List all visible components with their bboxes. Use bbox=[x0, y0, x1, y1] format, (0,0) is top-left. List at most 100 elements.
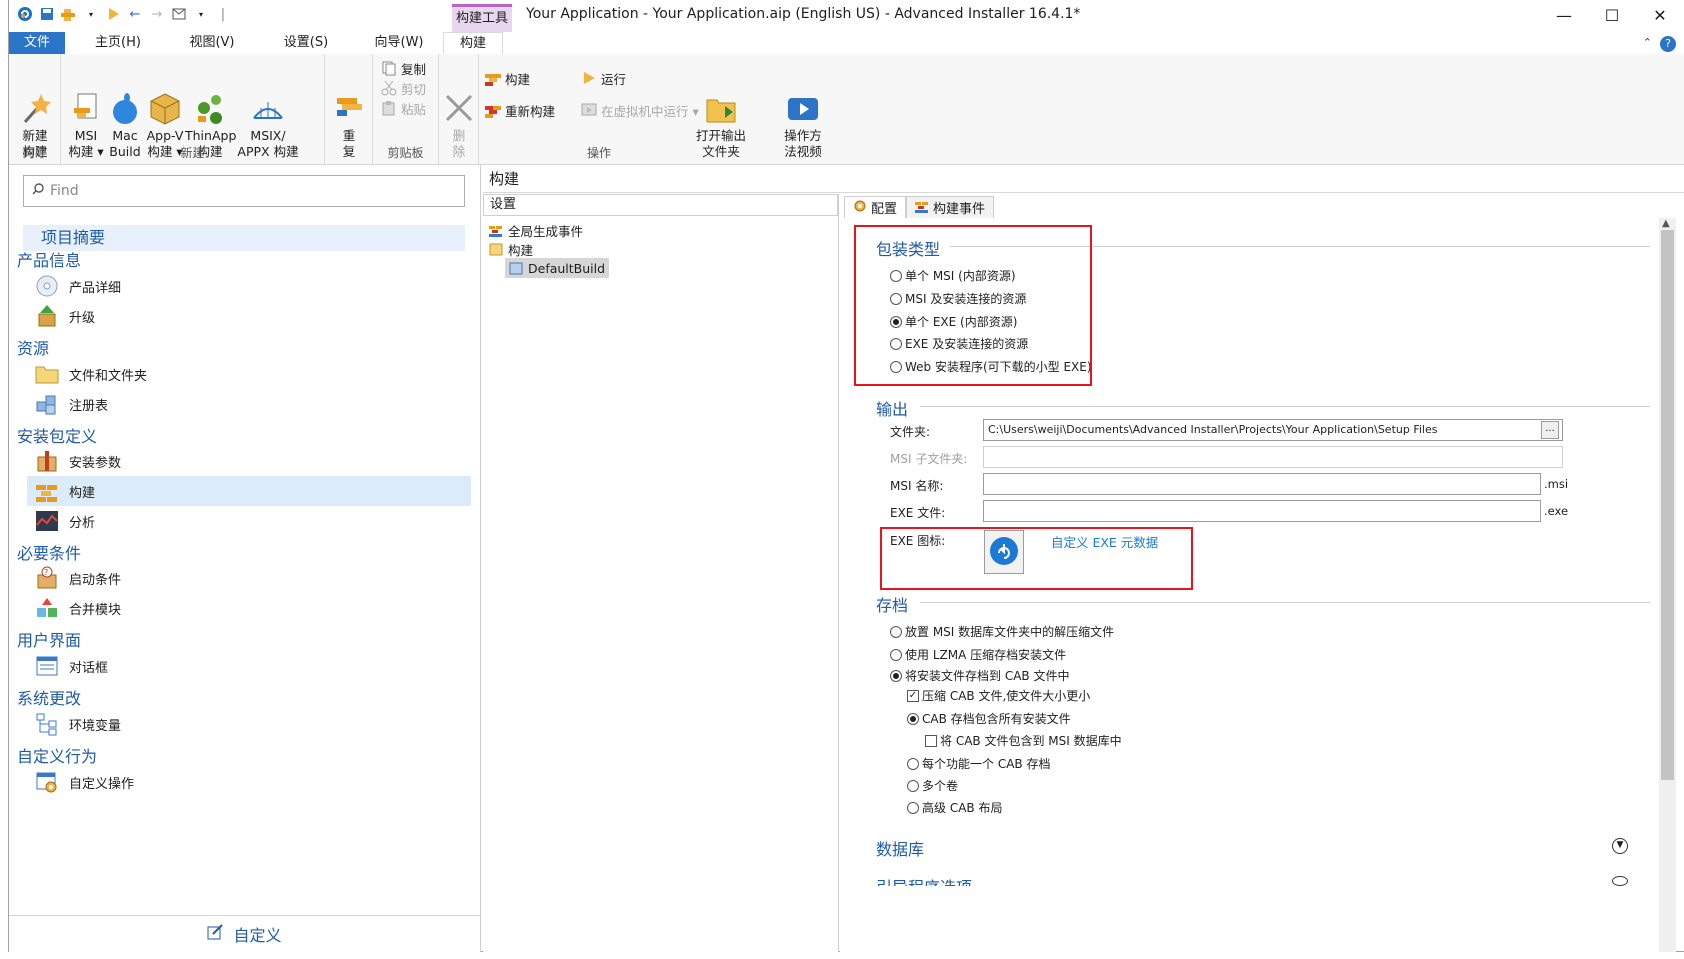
radio-single-cab[interactable]: CAB 存档包含所有安装文件 bbox=[907, 710, 1071, 727]
expand-chevron-icon[interactable] bbox=[1612, 876, 1628, 886]
nav-item-label: 对话框 bbox=[69, 660, 109, 676]
exe-file-input[interactable] bbox=[983, 500, 1541, 522]
ribbon-group-delete: 删 除 bbox=[439, 54, 479, 164]
customize-qat-icon[interactable]: ▾ bbox=[193, 6, 209, 22]
nav-item-label: 分析 bbox=[69, 515, 96, 531]
checkbox-box bbox=[925, 734, 937, 747]
tab-view[interactable]: 视图(V) bbox=[165, 32, 259, 54]
quick-access-toolbar: ▾ ← → ▾ | bbox=[17, 6, 231, 22]
radio-multiple-volumes[interactable]: 多个卷 bbox=[907, 777, 958, 794]
ribbon-group-clipboard: 复制 剪切 粘贴 剪贴板 bbox=[373, 54, 439, 164]
msi-package-icon bbox=[70, 76, 102, 119]
context-tab-title: 构建工具 bbox=[452, 4, 512, 32]
tab-wizard[interactable]: 向导(W) bbox=[353, 32, 445, 54]
nav-item-analytics[interactable]: 分析 bbox=[27, 506, 471, 536]
build-quick-icon[interactable] bbox=[61, 6, 77, 22]
section-prerequisites: 必要条件 bbox=[17, 544, 82, 563]
radio-advanced-cab-layout[interactable]: 高级 CAB 布局 bbox=[907, 799, 1002, 816]
tree-node-global-events[interactable]: 全局生成事件 bbox=[489, 220, 583, 240]
cut-button[interactable]: 剪切 bbox=[381, 78, 426, 98]
build-config-icon bbox=[509, 261, 523, 275]
radio-cab-archive[interactable]: 将安装文件存档到 CAB 文件中 bbox=[890, 667, 1069, 684]
expand-chevron-icon[interactable]: ▼ bbox=[1612, 838, 1628, 854]
checkbox-compress-cab[interactable]: ✓ 压缩 CAB 文件,使文件大小更小 bbox=[907, 687, 1090, 704]
tree-column-header[interactable]: 设置 bbox=[483, 194, 838, 216]
run-button[interactable]: 运行 bbox=[581, 68, 626, 88]
nav-item-files-folders[interactable]: 文件和文件夹 bbox=[27, 359, 471, 389]
nav-item-install-parameters[interactable]: 安装参数 bbox=[27, 446, 471, 476]
bootstrapper-title[interactable]: 引导程序选项 bbox=[876, 874, 972, 886]
tab-build-events-label: 构建事件 bbox=[933, 202, 986, 217]
builds-bricks-icon bbox=[35, 479, 59, 503]
divider bbox=[920, 602, 1650, 603]
run-icon[interactable] bbox=[105, 6, 121, 22]
tab-configuration[interactable]: 配置 bbox=[844, 196, 907, 218]
dropdown-arrow-icon[interactable]: ▾ bbox=[83, 6, 99, 22]
run-in-vm-button[interactable]: 在虚拟机中运行 ▾ bbox=[581, 100, 699, 120]
tab-settings[interactable]: 设置(S) bbox=[259, 32, 353, 54]
save-icon[interactable] bbox=[39, 6, 55, 22]
delete-button[interactable]: 删 除 bbox=[441, 60, 477, 160]
nav-item-label: 构建 bbox=[69, 485, 96, 501]
help-icon[interactable]: ? bbox=[1660, 36, 1676, 52]
checkbox-label: 将 CAB 文件包含到 MSI 数据库中 bbox=[940, 734, 1122, 748]
project-summary-link[interactable]: 项目摘要 bbox=[23, 225, 465, 251]
checkbox-include-cab-in-msi[interactable]: 将 CAB 文件包含到 MSI 数据库中 bbox=[925, 732, 1122, 749]
maximize-button[interactable]: ☐ bbox=[1588, 0, 1636, 30]
tab-build-events[interactable]: 构建事件 bbox=[906, 196, 995, 218]
nav-item-environment-variables[interactable]: 环境变量 bbox=[27, 709, 471, 739]
scrollbar-thumb[interactable] bbox=[1661, 230, 1674, 780]
divider bbox=[920, 406, 1650, 407]
nav-item-launch-conditions[interactable]: ? 启动条件 bbox=[27, 563, 471, 593]
tab-file[interactable]: 文件 bbox=[9, 32, 65, 54]
nav-item-dialogs[interactable]: 对话框 bbox=[27, 651, 471, 681]
ribbon-tabs: 文件 主页(H) 视图(V) 设置(S) 向导(W) 构建 bbox=[9, 32, 1684, 55]
nav-item-product-details[interactable]: 产品详细 bbox=[27, 271, 471, 301]
forward-arrow-icon[interactable]: → bbox=[149, 6, 165, 22]
ribbon-group-video: 操作方 法视频 bbox=[779, 54, 827, 164]
cd-icon bbox=[35, 274, 59, 298]
minimize-button[interactable]: — bbox=[1540, 0, 1588, 30]
nav-item-custom-actions[interactable]: 自定义操作 bbox=[27, 767, 471, 797]
tab-build[interactable]: 构建 bbox=[443, 32, 503, 55]
scroll-up-arrow-icon[interactable]: ▲ bbox=[1662, 218, 1670, 229]
radio-lzma-archive[interactable]: 使用 LZMA 压缩存档安装文件 bbox=[890, 646, 1066, 663]
search-input[interactable]: Find bbox=[23, 175, 465, 207]
build-button[interactable]: 构建 bbox=[485, 68, 530, 88]
how-to-video-button[interactable]: 操作方 法视频 bbox=[781, 60, 825, 160]
section-user-interface: 用户界面 bbox=[17, 631, 82, 650]
tree-node-builds[interactable]: 构建 bbox=[489, 239, 533, 259]
nav-item-builds[interactable]: 构建 bbox=[27, 476, 471, 506]
configuration-pane: 配置 构建事件 ▲ 包装类型 单个 MSI (内部资源) MSI 及安装连接的资… bbox=[840, 194, 1676, 952]
rebuild-button[interactable]: 重新构建 bbox=[485, 100, 555, 120]
output-folder-input[interactable]: C:\Users\weiji\Documents\Advanced Instal… bbox=[983, 419, 1563, 441]
browse-folder-button[interactable]: ... bbox=[1541, 421, 1559, 439]
back-arrow-icon[interactable]: ← bbox=[127, 6, 143, 22]
radio-cab-per-feature[interactable]: 每个功能一个 CAB 存档 bbox=[907, 755, 1050, 772]
msi-extension-label: .msi bbox=[1544, 477, 1569, 491]
collapse-ribbon-icon[interactable]: ⌃ bbox=[1643, 36, 1652, 49]
tree-node-default-build[interactable]: DefaultBuild bbox=[505, 258, 610, 278]
nav-item-merge-modules[interactable]: 合并模块 bbox=[27, 593, 471, 623]
nav-item-label: 合并模块 bbox=[69, 602, 122, 618]
mail-icon[interactable] bbox=[171, 6, 187, 22]
app-logo-icon[interactable] bbox=[17, 6, 33, 22]
checkbox-box: ✓ bbox=[907, 689, 919, 702]
copy-button[interactable]: 复制 bbox=[381, 58, 426, 78]
msi-subfolder-input[interactable] bbox=[983, 446, 1563, 468]
cut-label: 剪切 bbox=[401, 81, 427, 97]
msi-name-input[interactable] bbox=[983, 473, 1541, 495]
how-to-video-label: 操作方 法视频 bbox=[784, 128, 822, 159]
database-title[interactable]: 数据库 bbox=[876, 836, 924, 860]
repeat-button[interactable]: 重 复 bbox=[331, 60, 367, 160]
nav-item-registry[interactable]: 注册表 bbox=[27, 389, 471, 419]
radio-uncompressed-files[interactable]: 放置 MSI 数据库文件夹中的解压缩文件 bbox=[890, 623, 1114, 640]
ribbon-group-label: 剪贴板 bbox=[387, 146, 424, 160]
customize-button[interactable]: 自定义 bbox=[9, 915, 480, 952]
nav-item-upgrade[interactable]: 升级 bbox=[27, 301, 471, 331]
section-product-info: 产品信息 bbox=[17, 251, 82, 270]
vertical-scrollbar[interactable]: ▲ bbox=[1659, 218, 1676, 952]
close-button[interactable]: ✕ bbox=[1636, 0, 1684, 30]
tab-home[interactable]: 主页(H) bbox=[71, 32, 165, 54]
paste-button[interactable]: 粘贴 bbox=[381, 98, 426, 118]
